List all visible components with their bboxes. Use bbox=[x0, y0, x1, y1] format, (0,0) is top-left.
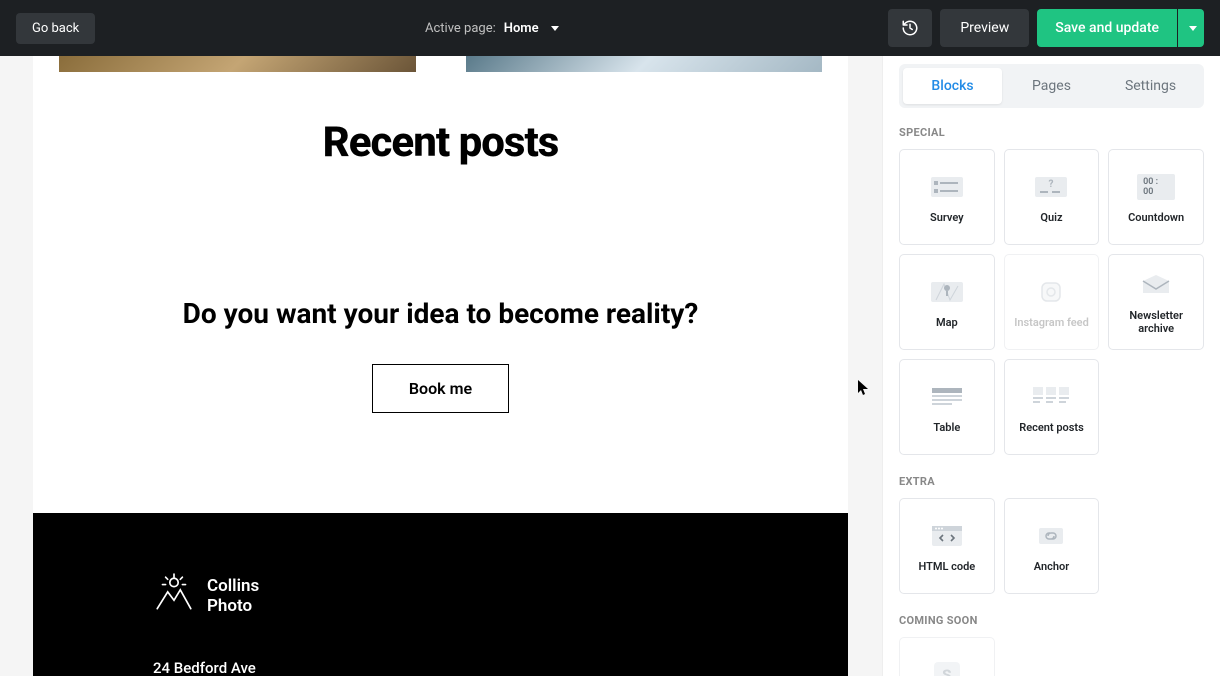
history-button[interactable] bbox=[888, 9, 932, 47]
block-label: Survey bbox=[930, 211, 964, 224]
map-icon bbox=[928, 278, 966, 306]
tab-blocks[interactable]: Blocks bbox=[903, 68, 1002, 104]
survey-icon bbox=[928, 173, 966, 201]
editor-topbar: Go back Active page: Home Preview Save a… bbox=[0, 0, 1220, 56]
quiz-icon: ? bbox=[1032, 173, 1070, 201]
tab-settings[interactable]: Settings bbox=[1101, 68, 1200, 104]
block-newsletter-archive[interactable]: Newsletter archive bbox=[1108, 254, 1204, 350]
block-label: Anchor bbox=[1034, 560, 1069, 573]
newsletter-icon bbox=[1137, 271, 1175, 299]
cta-heading[interactable]: Do you want your idea to become reality? bbox=[33, 297, 848, 330]
block-instagram-feed[interactable]: Instagram feed bbox=[1004, 254, 1100, 350]
mountain-sun-icon bbox=[153, 573, 195, 619]
instagram-feed-icon bbox=[1032, 278, 1070, 306]
history-icon bbox=[901, 19, 919, 37]
category-coming-soon-label: COMING SOON bbox=[899, 614, 1204, 627]
sidepanel-tabs: Blocks Pages Settings bbox=[899, 64, 1204, 108]
blocks-sidepanel: Blocks Pages Settings SPECIAL Survey ? Q… bbox=[882, 56, 1220, 676]
special-blocks-grid: Survey ? Quiz 00 : 00 Countdown Map Inst… bbox=[899, 149, 1204, 455]
block-label: HTML code bbox=[918, 560, 975, 573]
brand-line2: Photo bbox=[207, 596, 259, 616]
hero-image-right[interactable] bbox=[466, 56, 823, 72]
brand-line1: Collins bbox=[207, 576, 259, 596]
html-code-icon bbox=[928, 522, 966, 550]
block-survey[interactable]: Survey bbox=[899, 149, 995, 245]
extra-blocks-grid: HTML code Anchor bbox=[899, 498, 1204, 594]
block-recent-posts[interactable]: Recent posts bbox=[1004, 359, 1100, 455]
page-frame: Recent posts Do you want your idea to be… bbox=[33, 56, 848, 676]
tab-pages[interactable]: Pages bbox=[1002, 68, 1101, 104]
block-map[interactable]: Map bbox=[899, 254, 995, 350]
image-row bbox=[33, 56, 848, 72]
hero-image-left[interactable] bbox=[59, 56, 416, 72]
countdown-icon: 00 : 00 bbox=[1137, 173, 1175, 201]
footer-address[interactable]: 24 Bedford Ave Brooklyn, NY 11222, USA bbox=[153, 657, 728, 676]
block-countdown[interactable]: 00 : 00 Countdown bbox=[1108, 149, 1204, 245]
recent-posts-heading[interactable]: Recent posts bbox=[33, 118, 848, 167]
save-and-update-button[interactable]: Save and update bbox=[1037, 9, 1177, 47]
category-extra-label: EXTRA bbox=[899, 475, 1204, 488]
block-label: Table bbox=[933, 421, 960, 434]
go-back-button[interactable]: Go back bbox=[16, 13, 95, 44]
active-page-name: Home bbox=[504, 21, 539, 36]
footer-brand-name: Collins Photo bbox=[207, 576, 259, 617]
anchor-icon bbox=[1032, 522, 1070, 550]
block-table[interactable]: Table bbox=[899, 359, 995, 455]
block-label: Recent posts bbox=[1019, 421, 1084, 434]
save-button-group: Save and update bbox=[1037, 9, 1204, 47]
coming-soon-blocks-grid: S Stripe bbox=[899, 637, 1204, 676]
table-icon bbox=[928, 383, 966, 411]
block-html-code[interactable]: HTML code bbox=[899, 498, 995, 594]
save-dropdown-button[interactable] bbox=[1178, 9, 1204, 47]
editor-canvas[interactable]: Recent posts Do you want your idea to be… bbox=[0, 56, 882, 676]
page-footer: Collins Photo 24 Bedford Ave Brooklyn, N… bbox=[33, 513, 848, 676]
svg-text:?: ? bbox=[1049, 179, 1054, 190]
book-me-button[interactable]: Book me bbox=[372, 364, 509, 413]
caret-down-icon bbox=[1189, 26, 1197, 31]
category-special-label: SPECIAL bbox=[899, 126, 1204, 139]
footer-logo[interactable]: Collins Photo bbox=[153, 573, 728, 619]
active-page-selector[interactable]: Active page: Home bbox=[425, 21, 559, 36]
block-stripe: S Stripe bbox=[899, 637, 995, 676]
caret-down-icon bbox=[551, 26, 559, 31]
block-label: Countdown bbox=[1128, 211, 1184, 224]
block-anchor[interactable]: Anchor bbox=[1004, 498, 1100, 594]
stripe-icon: S bbox=[928, 661, 966, 676]
preview-button[interactable]: Preview bbox=[940, 9, 1029, 47]
topbar-actions: Preview Save and update bbox=[888, 9, 1204, 47]
block-label: Instagram feed bbox=[1014, 316, 1089, 329]
countdown-preview: 00 : 00 bbox=[1137, 174, 1175, 200]
active-page-label: Active page: bbox=[425, 21, 496, 36]
block-label: Newsletter archive bbox=[1113, 309, 1199, 335]
block-label: Map bbox=[936, 316, 958, 329]
block-label: Quiz bbox=[1040, 211, 1062, 224]
address-line1: 24 Bedford Ave bbox=[153, 657, 728, 676]
block-quiz[interactable]: ? Quiz bbox=[1004, 149, 1100, 245]
recent-posts-icon bbox=[1032, 383, 1070, 411]
